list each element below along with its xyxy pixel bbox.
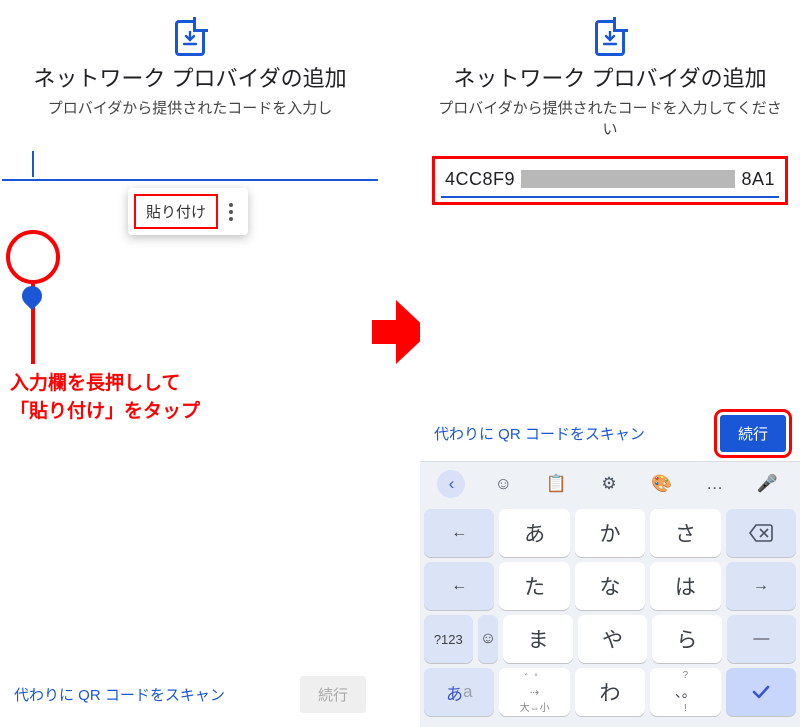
key-undo[interactable]: ←: [424, 509, 494, 557]
key-label: 、。: [675, 682, 696, 702]
bottom-bar: 代わりに QR コードをスキャン 続行: [0, 676, 380, 713]
sim-download-icon: [595, 20, 625, 56]
key-wa[interactable]: わ: [575, 668, 645, 716]
key-mode-kana[interactable]: あa: [424, 668, 494, 716]
key-ma[interactable]: ま: [503, 615, 572, 663]
caret-handle-icon[interactable]: [18, 282, 46, 310]
key-emoji[interactable]: ☺: [478, 615, 499, 663]
key-label: ⇢: [530, 686, 539, 699]
text-caret: [32, 151, 34, 177]
key-na[interactable]: な: [575, 562, 645, 610]
key-ta[interactable]: た: [499, 562, 569, 610]
clipboard-icon[interactable]: 📋: [541, 469, 571, 499]
mic-icon[interactable]: 🎤: [752, 469, 782, 499]
keyboard-toolbar: ‹ ☺ 📋 ⚙ 🎨 … 🎤: [420, 461, 800, 505]
scan-qr-link[interactable]: 代わりに QR コードをスキャン: [434, 423, 645, 444]
key-ka[interactable]: か: [575, 509, 645, 557]
key-ha[interactable]: は: [650, 562, 720, 610]
sim-download-icon: [175, 20, 205, 56]
key-ya[interactable]: や: [578, 615, 647, 663]
code-input[interactable]: 4CC8F9 8A1: [441, 165, 779, 198]
key-cursor-right[interactable]: →: [726, 562, 796, 610]
key-sa[interactable]: さ: [650, 509, 720, 557]
gear-icon[interactable]: ⚙: [594, 469, 624, 499]
page-title: ネットワーク プロバイダの追加: [16, 64, 364, 94]
continue-button: 続行: [300, 676, 366, 713]
more-icon[interactable]: …: [700, 469, 730, 499]
key-dash[interactable]: —: [727, 615, 796, 663]
keyboard-keys: ← あ か さ ← た な は → ?123 ☺ ま や ら: [420, 505, 800, 727]
key-sup: ?: [683, 670, 689, 681]
right-screen: ネットワーク プロバイダの追加 プロバイダから提供されたコードを入力してください…: [420, 0, 800, 727]
palette-icon[interactable]: 🎨: [647, 469, 677, 499]
key-mode-123[interactable]: ?123: [424, 615, 473, 663]
annotation-text: 入力欄を長押しして 「貼り付け」をタップ: [10, 370, 200, 425]
soft-keyboard: ‹ ☺ 📋 ⚙ 🎨 … 🎤 ← あ か さ ← た な は: [420, 461, 800, 727]
annotation-text-line2: 「貼り付け」をタップ: [10, 398, 200, 426]
key-backspace[interactable]: [726, 509, 796, 557]
page-title: ネットワーク プロバイダの追加: [436, 64, 784, 94]
sticker-icon[interactable]: ☺: [488, 469, 518, 499]
key-a[interactable]: あ: [499, 509, 569, 557]
chevron-left-icon[interactable]: ‹: [437, 470, 465, 498]
code-input[interactable]: [2, 147, 378, 181]
key-sub: !: [684, 703, 687, 714]
redacted-segment: [521, 170, 735, 188]
key-sup: ゛゜: [525, 670, 545, 685]
key-ra[interactable]: ら: [652, 615, 721, 663]
key-sub: 大⇔小: [520, 699, 550, 714]
page-subtitle: プロバイダから提供されたコードを入力し: [16, 98, 364, 119]
continue-button[interactable]: 続行: [720, 415, 786, 452]
annotation-circle: [6, 230, 60, 284]
key-enter[interactable]: [726, 668, 796, 716]
scan-qr-link[interactable]: 代わりに QR コードをスキャン: [14, 684, 225, 705]
bottom-bar: 代わりに QR コードをスキャン 続行: [420, 415, 800, 452]
code-suffix: 8A1: [741, 169, 775, 190]
paste-menu-item[interactable]: 貼り付け: [134, 194, 218, 229]
page-subtitle: プロバイダから提供されたコードを入力してください: [436, 98, 784, 140]
key-cursor-left[interactable]: ←: [424, 562, 494, 610]
code-input-highlight: 4CC8F9 8A1: [432, 156, 788, 205]
key-dakuten[interactable]: ゛゜ ⇢ 大⇔小: [499, 668, 569, 716]
left-screen: ネットワーク プロバイダの追加 プロバイダから提供されたコードを入力し 貼り付け…: [0, 0, 380, 727]
context-menu: 貼り付け: [128, 188, 248, 235]
code-prefix: 4CC8F9: [445, 169, 515, 190]
more-menu-icon[interactable]: [220, 203, 242, 221]
key-punct[interactable]: ? 、。 !: [650, 668, 720, 716]
annotation-text-line1: 入力欄を長押しして: [10, 370, 200, 398]
